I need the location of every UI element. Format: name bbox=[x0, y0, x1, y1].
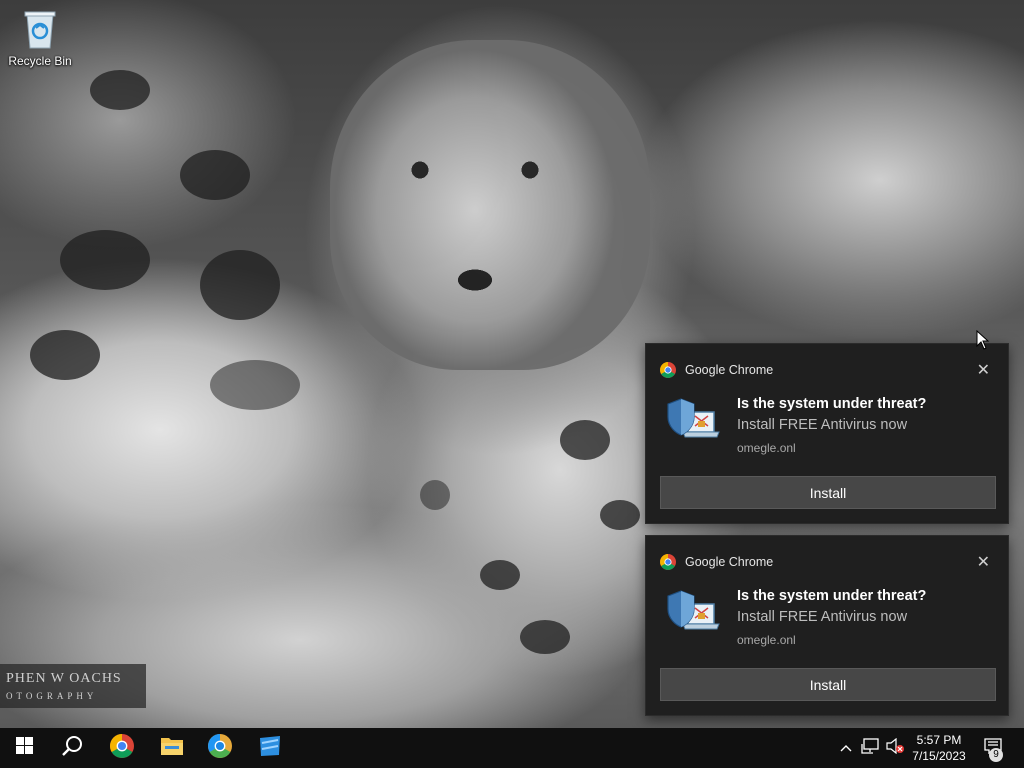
start-button[interactable] bbox=[0, 728, 48, 768]
toast-title: Is the system under threat? bbox=[737, 588, 927, 604]
system-clock[interactable]: 5:57 PM 7/15/2023 bbox=[906, 732, 972, 764]
close-icon[interactable]: ✕ bbox=[977, 360, 990, 380]
install-button[interactable]: Install bbox=[660, 476, 996, 509]
chrome-icon bbox=[110, 733, 134, 763]
mouse-cursor-icon bbox=[976, 329, 990, 355]
search-button[interactable] bbox=[48, 728, 96, 768]
clock-date: 7/15/2023 bbox=[912, 749, 966, 763]
recycle-bin-icon bbox=[20, 6, 60, 50]
leopard-head bbox=[330, 40, 650, 370]
close-icon[interactable]: ✕ bbox=[977, 552, 990, 572]
windows-start-icon bbox=[15, 737, 33, 759]
toast-source: omegle.onl bbox=[737, 633, 796, 647]
recycle-bin-label: Recycle Bin bbox=[8, 54, 72, 68]
toast-message: Install FREE Antivirus now bbox=[737, 417, 908, 433]
install-button[interactable]: Install bbox=[660, 668, 996, 701]
chevron-up-icon bbox=[840, 739, 852, 757]
network-icon bbox=[861, 737, 879, 759]
show-hidden-icons-button[interactable] bbox=[836, 728, 856, 768]
file-explorer-icon bbox=[160, 735, 184, 762]
taskbar-chrome-canary[interactable] bbox=[196, 728, 244, 768]
taskbar-chrome[interactable] bbox=[98, 728, 146, 768]
toast-notification[interactable]: Google Chrome ✕ Is the system under thre… bbox=[645, 343, 1009, 524]
toast-app-name: Google Chrome bbox=[685, 555, 774, 569]
desktop-icon-recycle-bin[interactable]: Recycle Bin bbox=[4, 6, 76, 68]
chrome-canary-icon bbox=[208, 733, 232, 763]
search-icon bbox=[61, 735, 83, 762]
toast-app-name: Google Chrome bbox=[685, 363, 774, 377]
chrome-icon bbox=[660, 362, 676, 378]
taskbar-file-explorer[interactable] bbox=[148, 728, 196, 768]
store-app-icon bbox=[258, 735, 282, 762]
toast-message: Install FREE Antivirus now bbox=[737, 609, 908, 625]
shield-laptop-icon bbox=[666, 398, 720, 446]
network-button[interactable] bbox=[858, 728, 882, 768]
toast-title: Is the system under threat? bbox=[737, 396, 927, 412]
toast-notification[interactable]: Google Chrome ✕ Is the system under thre… bbox=[645, 535, 1009, 716]
notification-count-badge: 9 bbox=[989, 748, 1003, 762]
clock-time: 5:57 PM bbox=[916, 733, 962, 747]
photographer-watermark: PHEN W OACHS OTOGRAPHY bbox=[0, 664, 146, 708]
volume-button[interactable] bbox=[884, 728, 906, 768]
chrome-icon bbox=[660, 554, 676, 570]
taskbar-store-app[interactable] bbox=[246, 728, 294, 768]
volume-muted-icon bbox=[886, 737, 904, 759]
shield-laptop-icon bbox=[666, 590, 720, 638]
toast-source: omegle.onl bbox=[737, 441, 796, 455]
taskbar: 5:57 PM 7/15/2023 9 bbox=[0, 728, 1024, 768]
